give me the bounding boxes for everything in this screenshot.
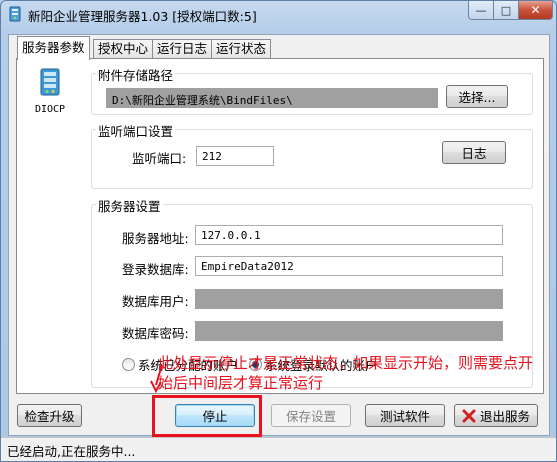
tab-label: 运行状态 xyxy=(216,41,267,56)
tab-label: 服务器参数 xyxy=(22,40,85,55)
minimize-icon: — xyxy=(475,3,487,17)
window-title: 新阳企业管理服务器1.03 [授权端口数:5] xyxy=(28,9,257,24)
check-upgrade-button[interactable]: 检查升级 xyxy=(17,404,82,427)
browse-button[interactable]: 选择... xyxy=(446,85,508,108)
radio-unchecked-icon xyxy=(122,358,135,371)
tab-label: 授权中心 xyxy=(98,41,149,56)
db-user-label: 数据库用户: xyxy=(122,294,189,309)
tab-label: 运行日志 xyxy=(157,41,208,56)
listen-port-group: 监听端口设置 监听端口: 212 日志 xyxy=(91,121,533,189)
attachment-group-title: 附件存储路径 xyxy=(96,65,176,84)
login-db-label: 登录数据库: xyxy=(122,262,189,277)
status-text: 已经启动,正在服务中... xyxy=(7,444,136,459)
annotation-line-2: 始后中间层才算正常运行 xyxy=(158,374,324,392)
red-x-icon xyxy=(462,409,476,422)
close-button[interactable]: ✕ xyxy=(518,1,553,20)
tab-run-status[interactable]: 运行状态 xyxy=(211,39,272,59)
db-password-label: 数据库密码: xyxy=(122,326,189,341)
db-password-input[interactable] xyxy=(195,321,503,341)
test-software-button[interactable]: 测试软件 xyxy=(365,404,445,427)
minimize-button[interactable]: — xyxy=(468,1,494,20)
annotation-arrow-icon xyxy=(150,364,163,393)
attachment-path-field[interactable]: D:\新阳企业管理系统\BindFiles\ xyxy=(106,88,438,108)
listen-group-title: 监听端口设置 xyxy=(96,121,176,140)
db-user-input[interactable] xyxy=(195,289,503,309)
title-bar[interactable]: 新阳企业管理服务器1.03 [授权端口数:5] — □ ✕ xyxy=(1,1,556,27)
exit-service-button[interactable]: 退出服务 xyxy=(454,404,538,427)
tab-server-params[interactable]: 服务器参数 xyxy=(17,36,90,60)
server-address-input[interactable]: 127.0.0.1 xyxy=(195,225,503,245)
exit-service-label: 退出服务 xyxy=(479,409,530,424)
server-params-panel: DIOCP 附件存储路径 D:\新阳企业管理系统\BindFiles\ 选择..… xyxy=(16,58,544,394)
server-group-title: 服务器设置 xyxy=(96,196,163,215)
save-settings-button[interactable]: 保存设置 xyxy=(271,404,351,427)
server-icon xyxy=(40,68,60,96)
tab-license-center[interactable]: 授权中心 xyxy=(93,39,154,59)
annotation-line-1: 此处显示停止才是正常状态，如果显示开始，则需要点开 xyxy=(158,354,534,372)
log-button[interactable]: 日志 xyxy=(442,141,506,164)
status-bar: 已经启动,正在服务中... xyxy=(1,437,556,461)
listen-port-input[interactable]: 212 xyxy=(196,146,274,166)
annotation-highlight-box xyxy=(152,395,262,437)
main-window: 新阳企业管理服务器1.03 [授权端口数:5] — □ ✕ 服务器参数 授权中心… xyxy=(0,0,557,462)
login-db-input[interactable]: EmpireData2012 xyxy=(195,256,503,276)
listen-port-label: 监听端口: xyxy=(132,151,187,166)
app-server-icon xyxy=(9,6,21,22)
maximize-button[interactable]: □ xyxy=(493,1,519,20)
logo-label: DIOCP xyxy=(34,104,66,115)
maximize-icon: □ xyxy=(500,3,512,17)
server-address-label: 服务器地址: xyxy=(122,231,189,246)
diocp-logo: DIOCP xyxy=(27,67,73,115)
close-icon: ✕ xyxy=(530,3,541,17)
attachment-path-group: 附件存储路径 D:\新阳企业管理系统\BindFiles\ 选择... xyxy=(91,65,533,115)
tab-run-log[interactable]: 运行日志 xyxy=(152,39,213,59)
